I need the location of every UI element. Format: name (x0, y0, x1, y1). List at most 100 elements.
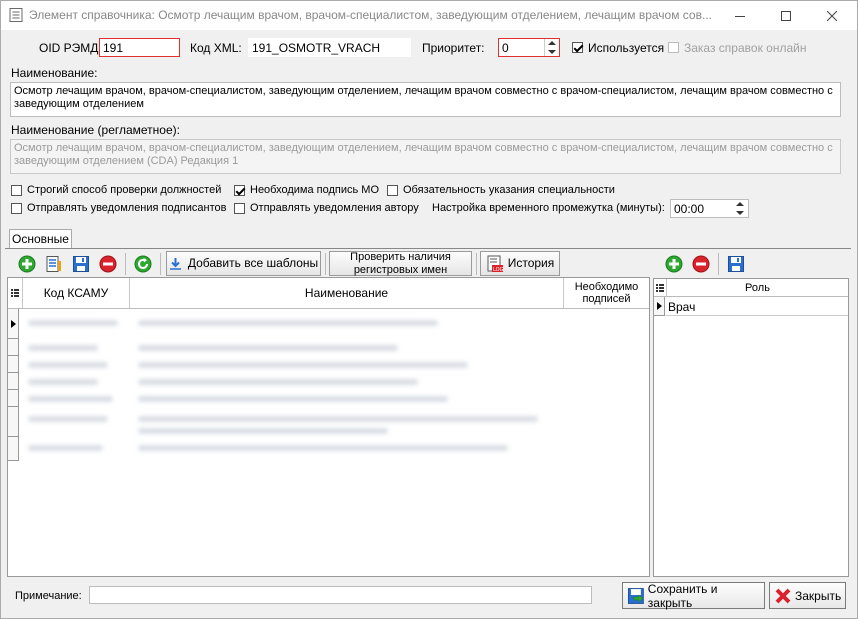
obscured-content (28, 445, 103, 451)
maximize-icon (781, 10, 791, 21)
column-chooser-icon[interactable] (8, 278, 23, 308)
minimize-button[interactable] (717, 1, 763, 30)
save-icon[interactable] (72, 255, 90, 273)
toolbar-separator (325, 253, 326, 275)
role-grid-header: Роль (654, 279, 848, 297)
used-checkbox[interactable] (572, 42, 583, 53)
close-window-button[interactable] (809, 1, 855, 30)
edit-list-icon[interactable] (45, 255, 63, 273)
history-label: История (507, 256, 555, 270)
obscured-content (138, 379, 418, 385)
close-red-icon (775, 588, 791, 603)
obscured-content (28, 362, 108, 368)
row-indicator[interactable] (8, 309, 19, 339)
main-panel: Добавить все шаблоны Проверить наличия р… (7, 250, 650, 577)
notify-signers-checkbox[interactable] (11, 203, 22, 214)
obscured-content (138, 396, 448, 402)
obscured-content (138, 345, 398, 351)
spin-down-icon (736, 211, 744, 215)
close-label: Закрыть (795, 588, 842, 603)
name-textarea[interactable]: Осмотр лечащим врачом, врачом-специалист… (10, 82, 841, 117)
main-grid-header: Код КСАМУ Наименование Необходимо подпис… (8, 278, 649, 309)
document-icon (9, 8, 23, 22)
download-icon (169, 258, 181, 270)
reg-name-textarea[interactable]: Осмотр лечащим врачом, врачом-специалист… (10, 139, 841, 174)
save-and-close-label: Сохранить и закрыть (647, 581, 718, 610)
tab-main[interactable]: Основные (9, 229, 72, 249)
priority-label: Приоритет: (422, 41, 485, 55)
priority-spinner[interactable] (544, 39, 559, 56)
interval-spinner[interactable] (733, 200, 748, 217)
oid-input[interactable]: 191 (99, 38, 180, 57)
obscured-content (138, 320, 438, 326)
row-indicator[interactable] (8, 437, 19, 461)
specialty-label: Обязательность указания специальности (403, 184, 615, 196)
priority-input[interactable]: 0 (498, 38, 560, 57)
used-label: Используется (588, 41, 665, 55)
svg-text:LOG: LOG (493, 267, 504, 273)
row-indicator[interactable] (8, 339, 19, 356)
mo-sign-label: Необходима подпись МО (250, 184, 380, 196)
spin-up-icon (736, 202, 744, 206)
notify-signers-label: Отправлять уведомления подписантов (27, 202, 227, 214)
row-indicator[interactable] (8, 373, 19, 390)
interval-label: Настройка временного промежутка (минуты)… (432, 202, 665, 214)
save-and-close-button[interactable]: Сохранить и закрыть (622, 581, 765, 610)
xml-label: Код XML: (190, 41, 242, 55)
row-indicator[interactable] (8, 356, 19, 373)
row-indicator[interactable] (8, 407, 19, 437)
obscured-content (138, 445, 508, 451)
strict-check-label: Строгий способ проверки должностей (27, 184, 222, 196)
delete-role-icon[interactable] (692, 255, 710, 273)
add-all-templates-label: Добавить все шаблоны (187, 256, 319, 270)
save-role-icon[interactable] (727, 255, 745, 273)
role-grid: Роль Врач (653, 278, 849, 577)
spin-down-icon (548, 50, 556, 54)
order-online-checkbox[interactable] (668, 42, 679, 53)
column-header-ksamu[interactable]: Код КСАМУ (23, 278, 130, 308)
column-header-role[interactable]: Роль (667, 279, 848, 296)
history-button[interactable]: LOG История (480, 251, 560, 276)
obscured-content (138, 362, 468, 368)
column-header-name[interactable]: Наименование (130, 278, 564, 308)
minimize-icon (735, 15, 745, 17)
close-icon (827, 10, 837, 21)
obscured-content (28, 396, 113, 402)
current-row-icon (657, 302, 662, 310)
add-role-icon[interactable] (665, 255, 683, 273)
mo-sign-checkbox[interactable] (234, 185, 245, 196)
window-title: Элемент справочника: Осмотр лечащим врач… (29, 8, 712, 22)
notify-author-checkbox[interactable] (234, 203, 245, 214)
check-registry-names-button[interactable]: Проверить наличия регистровых имен (329, 251, 472, 276)
obscured-content (28, 320, 118, 326)
role-row[interactable]: Врач (666, 297, 848, 316)
interval-input[interactable]: 00:00 (670, 199, 749, 218)
interval-value: 00:00 (674, 202, 705, 216)
toolbar-separator (476, 253, 477, 275)
dialog-window: Элемент справочника: Осмотр лечащим врач… (0, 0, 858, 619)
obscured-content (28, 379, 98, 385)
toolbar-separator (125, 253, 126, 275)
delete-icon[interactable] (99, 255, 117, 273)
refresh-icon[interactable] (134, 255, 152, 273)
obscured-content (28, 416, 108, 422)
toolbar-separator (718, 253, 719, 275)
specialty-checkbox[interactable] (387, 185, 398, 196)
column-header-signatures[interactable]: Необходимо подписей (564, 278, 649, 308)
row-indicator[interactable] (654, 297, 665, 316)
column-chooser-icon[interactable] (654, 279, 667, 296)
reg-name-label: Наименование (регламетное): (11, 123, 180, 137)
strict-check-checkbox[interactable] (11, 185, 22, 196)
add-icon[interactable] (18, 255, 36, 273)
spin-up-icon (548, 41, 556, 45)
note-input[interactable] (89, 586, 592, 604)
toolbar-separator (160, 253, 161, 275)
row-indicator[interactable] (8, 390, 19, 407)
log-icon: LOG (487, 255, 504, 273)
maximize-button[interactable] (763, 1, 809, 30)
tab-divider (5, 248, 851, 249)
add-all-templates-button[interactable]: Добавить все шаблоны (166, 251, 321, 276)
close-button[interactable]: Закрыть (769, 582, 846, 609)
priority-value: 0 (502, 41, 509, 55)
xml-code-input[interactable]: 191_OSMOTR_VRACH (248, 38, 411, 57)
